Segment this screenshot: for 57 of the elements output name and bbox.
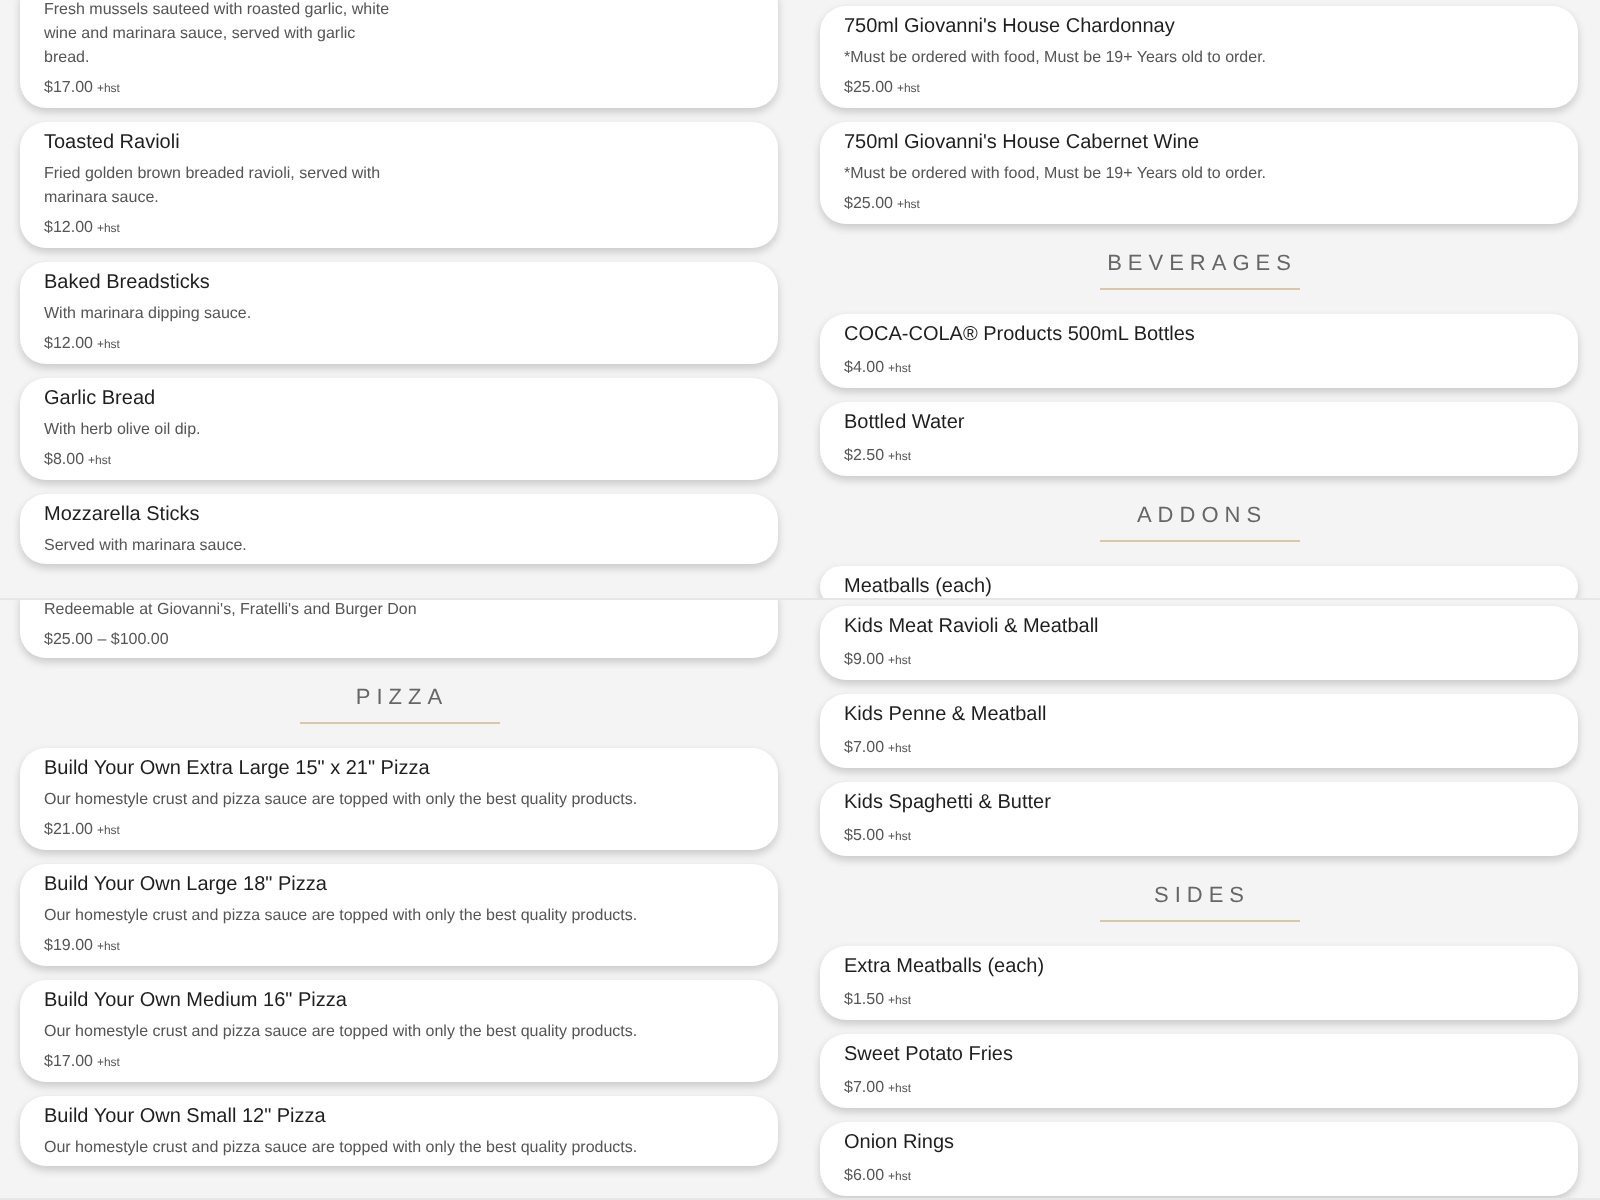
item-name: Mozzarella Sticks: [44, 502, 202, 530]
item-price: $12.00: [44, 334, 93, 352]
item-description: *Must be ordered with food, Must be 19+ Years old to order.: [844, 162, 1269, 186]
item-name: Kids Penne & Meatball: [844, 702, 1049, 730]
item-price: $7.00: [844, 738, 885, 756]
item-name: Bottled Water: [844, 410, 967, 438]
item-price: $25.00: [844, 194, 893, 212]
item-name: Extra Meatballs (each): [844, 954, 1047, 982]
item-price: $12.00: [44, 218, 93, 236]
item-name: 750ml Giovanni's House Cabernet Wine: [844, 130, 1202, 158]
item-description: Fried golden brown breaded ravioli, served with marinara sauce.: [44, 162, 383, 210]
menu-item-card[interactable]: Mozzarella Sticks Served with marinara sauce.: [20, 494, 778, 564]
item-description: *Must be ordered with food, Must be 19+ Years old to order.: [844, 46, 1269, 70]
item-price: $5.00: [844, 826, 885, 844]
item-name: Sweet Potato Fries: [844, 1042, 1015, 1070]
item-price: $6.00: [844, 1166, 885, 1184]
item-name: COCA-COLA® Products 500mL Bottles: [844, 322, 1197, 350]
item-price: $8.00: [44, 450, 85, 468]
item-name: Build Your Own Small 12" Pizza: [44, 1104, 328, 1132]
item-description: Redeemable at Giovanni's, Fratelli's and Burger Don: [44, 600, 419, 622]
item-name: Baked Breadsticks: [44, 270, 212, 298]
item-description: Fresh mussels sauteed with roasted garlic, white wine and marinara sauce, served with garlic bread.: [44, 0, 392, 70]
menu-item-card[interactable]: Redeemable at Giovanni's, Fratelli's and Burger Don $25.00 – $100.00: [20, 600, 778, 658]
item-description: With marinara dipping sauce.: [44, 302, 254, 326]
item-name: Toasted Ravioli: [44, 130, 182, 158]
item-description: Served with marinara sauce.: [44, 534, 249, 558]
item-description: Our homestyle crust and pizza sauce are topped with only the best quality products.: [44, 904, 640, 928]
item-description: Our homestyle crust and pizza sauce are topped with only the best quality products.: [44, 788, 640, 812]
item-price: $2.50: [844, 446, 885, 464]
item-price: $19.00: [44, 936, 93, 954]
item-name: Build Your Own Extra Large 15" x 21" Pizza: [44, 756, 432, 784]
item-name: Kids Meat Ravioli & Meatball: [844, 614, 1101, 642]
section-heading: SIDES: [1151, 882, 1250, 910]
item-price: $25.00 – $100.00: [44, 630, 169, 648]
menu-item-card[interactable]: Meatballs (each): [820, 566, 1578, 598]
item-price: $21.00: [44, 820, 93, 838]
item-description: With herb olive oil dip.: [44, 418, 203, 442]
item-price: $7.00: [844, 1078, 885, 1096]
item-name: Build Your Own Medium 16" Pizza: [44, 988, 349, 1016]
menu-item-card[interactable]: Build Your Own Small 12" Pizza Our homestyle crust and pizza sauce are topped with only the best quality products.: [20, 1096, 778, 1166]
item-name: Garlic Bread: [44, 386, 158, 414]
item-name: Kids Spaghetti & Butter: [844, 790, 1053, 818]
item-price: $9.00: [844, 650, 885, 668]
item-name: 750ml Giovanni's House Chardonnay: [844, 14, 1177, 42]
item-description: Our homestyle crust and pizza sauce are topped with only the best quality products.: [44, 1136, 640, 1160]
item-description: Our homestyle crust and pizza sauce are topped with only the best quality products.: [44, 1020, 640, 1044]
item-price: $4.00: [844, 358, 885, 376]
item-price: $1.50: [844, 990, 885, 1008]
item-name: Meatballs (each): [844, 574, 994, 598]
section-heading: PIZZA: [353, 684, 449, 712]
item-name: Onion Rings: [844, 1130, 957, 1158]
item-price: $25.00: [844, 78, 893, 96]
item-name: Build Your Own Large 18" Pizza: [44, 872, 329, 900]
item-price: $17.00: [44, 78, 93, 96]
section-heading: ADDONS: [1134, 502, 1268, 530]
item-price: $17.00: [44, 1052, 93, 1070]
section-heading: BEVERAGES: [1105, 250, 1297, 278]
